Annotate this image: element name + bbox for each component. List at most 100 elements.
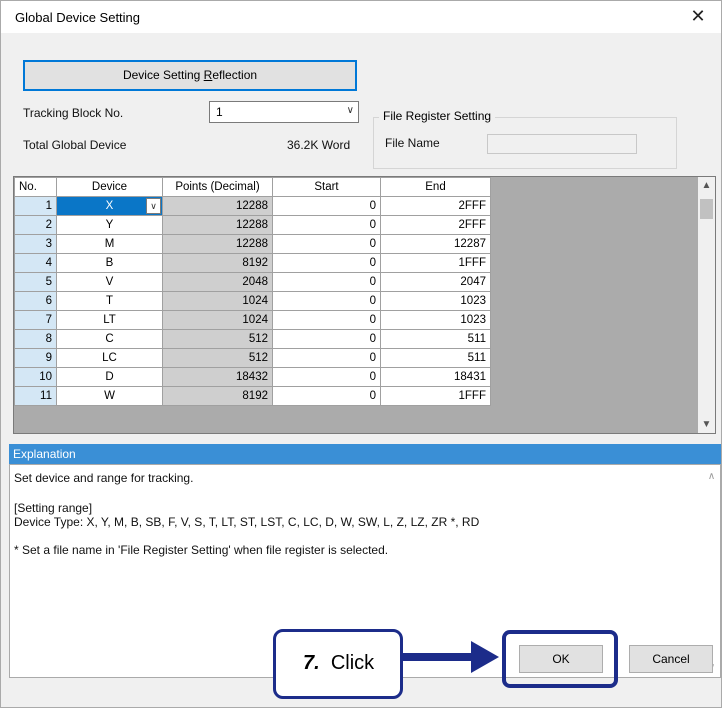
step-number: 7. xyxy=(303,652,320,674)
start-cell[interactable]: 0 xyxy=(272,329,381,349)
row-no: 3 xyxy=(14,234,57,254)
points-cell: 8192 xyxy=(162,253,273,273)
start-cell[interactable]: 0 xyxy=(272,215,381,235)
end-cell: 511 xyxy=(380,329,491,349)
dialog-title: Global Device Setting xyxy=(15,10,141,25)
close-icon[interactable]: ✕ xyxy=(675,1,721,33)
scroll-thumb[interactable] xyxy=(700,199,713,219)
start-cell[interactable]: 0 xyxy=(272,253,381,273)
device-value: X xyxy=(105,200,114,212)
points-cell: 8192 xyxy=(162,386,273,406)
scroll-down-icon[interactable]: ▼ xyxy=(698,419,715,430)
end-cell: 1023 xyxy=(380,291,491,311)
device-cell[interactable]: LC xyxy=(56,348,163,368)
device-cell[interactable]: D xyxy=(56,367,163,387)
start-cell[interactable]: 0 xyxy=(272,196,381,216)
header-device: Device xyxy=(56,177,163,197)
points-cell: 1024 xyxy=(162,310,273,330)
table-row[interactable]: 9 LC 512 0 511 xyxy=(14,348,491,368)
row-no: 7 xyxy=(14,310,57,330)
start-cell[interactable]: 0 xyxy=(272,291,381,311)
file-name-field[interactable] xyxy=(487,134,637,154)
points-cell: 18432 xyxy=(162,367,273,387)
device-cell[interactable]: LT xyxy=(56,310,163,330)
device-cell[interactable]: B xyxy=(56,253,163,273)
points-cell: 512 xyxy=(162,329,273,349)
row-no: 2 xyxy=(14,215,57,235)
row-no: 1 xyxy=(14,196,57,216)
table-row[interactable]: 3 M 12288 0 12287 xyxy=(14,234,491,254)
chevron-down-icon: ∨ xyxy=(346,105,354,116)
device-cell[interactable]: T xyxy=(56,291,163,311)
total-global-device-label: Total Global Device xyxy=(23,138,127,152)
table-row[interactable]: 7 LT 1024 0 1023 xyxy=(14,310,491,330)
device-table: No. Device Points (Decimal) Start End 1 … xyxy=(13,176,716,434)
row-no: 9 xyxy=(14,348,57,368)
chevron-down-icon[interactable]: ∨ xyxy=(146,198,161,214)
end-cell: 511 xyxy=(380,348,491,368)
row-no: 4 xyxy=(14,253,57,273)
total-global-device-value: 36.2K Word xyxy=(287,138,351,152)
row-no: 10 xyxy=(14,367,57,387)
end-cell: 1023 xyxy=(380,310,491,330)
row-no: 6 xyxy=(14,291,57,311)
start-cell[interactable]: 0 xyxy=(272,234,381,254)
device-cell[interactable]: C xyxy=(56,329,163,349)
explanation-line: Device Type: X, Y, M, B, SB, F, V, S, T,… xyxy=(14,515,480,529)
device-cell[interactable]: W xyxy=(56,386,163,406)
explanation-line: [Setting range] xyxy=(14,501,93,515)
header-end: End xyxy=(380,177,491,197)
file-name-label: File Name xyxy=(385,136,440,150)
device-cell[interactable]: V xyxy=(56,272,163,292)
start-cell[interactable]: 0 xyxy=(272,310,381,330)
cancel-button[interactable]: Cancel xyxy=(629,645,713,673)
table-scrollbar[interactable]: ▲ ▼ xyxy=(698,177,715,433)
start-cell[interactable]: 0 xyxy=(272,348,381,368)
device-cell[interactable]: Y xyxy=(56,215,163,235)
start-cell[interactable]: 0 xyxy=(272,272,381,292)
table-row[interactable]: 10 D 18432 0 18431 xyxy=(14,367,491,387)
reflection-label-post: eflection xyxy=(212,68,258,82)
scroll-up-icon[interactable]: ∧ xyxy=(703,471,720,482)
title-bar: Global Device Setting ✕ xyxy=(1,1,721,33)
row-no: 8 xyxy=(14,329,57,349)
table-row[interactable]: 2 Y 12288 0 2FFF xyxy=(14,215,491,235)
device-cell[interactable]: X ∨ xyxy=(56,196,163,216)
header-no: No. xyxy=(14,177,57,197)
end-cell: 12287 xyxy=(380,234,491,254)
row-no: 11 xyxy=(14,386,57,406)
end-cell: 1FFF xyxy=(380,253,491,273)
points-cell: 2048 xyxy=(162,272,273,292)
table-row[interactable]: 8 C 512 0 511 xyxy=(14,329,491,349)
row-no: 5 xyxy=(14,272,57,292)
explanation-line: * Set a file name in 'File Register Sett… xyxy=(14,543,389,557)
start-cell[interactable]: 0 xyxy=(272,386,381,406)
points-cell: 12288 xyxy=(162,234,273,254)
tracking-block-value: 1 xyxy=(216,105,223,119)
arrow-right-icon xyxy=(471,641,499,673)
table-row[interactable]: 5 V 2048 0 2047 xyxy=(14,272,491,292)
table-header-row: No. Device Points (Decimal) Start End xyxy=(14,177,491,197)
instruction-text: 7. Click xyxy=(303,652,374,675)
points-cell: 1024 xyxy=(162,291,273,311)
global-device-setting-dialog: Global Device Setting ✕ Device Setting R… xyxy=(0,0,722,708)
device-cell[interactable]: M xyxy=(56,234,163,254)
end-cell: 2FFF xyxy=(380,196,491,216)
step-action: Click xyxy=(330,652,375,674)
explanation-line: Set device and range for tracking. xyxy=(14,471,194,485)
table-row[interactable]: 11 W 8192 0 1FFF xyxy=(14,386,491,406)
device-grid: No. Device Points (Decimal) Start End 1 … xyxy=(14,177,491,406)
header-start: Start xyxy=(272,177,381,197)
table-row[interactable]: 4 B 8192 0 1FFF xyxy=(14,253,491,273)
tracking-block-select[interactable]: 1 ∨ xyxy=(209,101,359,123)
tracking-block-label: Tracking Block No. xyxy=(23,106,124,120)
points-cell: 12288 xyxy=(162,196,273,216)
end-cell: 2047 xyxy=(380,272,491,292)
scroll-up-icon[interactable]: ▲ xyxy=(698,180,715,191)
points-cell: 512 xyxy=(162,348,273,368)
table-row[interactable]: 6 T 1024 0 1023 xyxy=(14,291,491,311)
table-row[interactable]: 1 X ∨ 12288 0 2FFF xyxy=(14,196,491,216)
start-cell[interactable]: 0 xyxy=(272,367,381,387)
end-cell: 1FFF xyxy=(380,386,491,406)
device-setting-reflection-button[interactable]: Device Setting Reflection xyxy=(23,60,357,91)
